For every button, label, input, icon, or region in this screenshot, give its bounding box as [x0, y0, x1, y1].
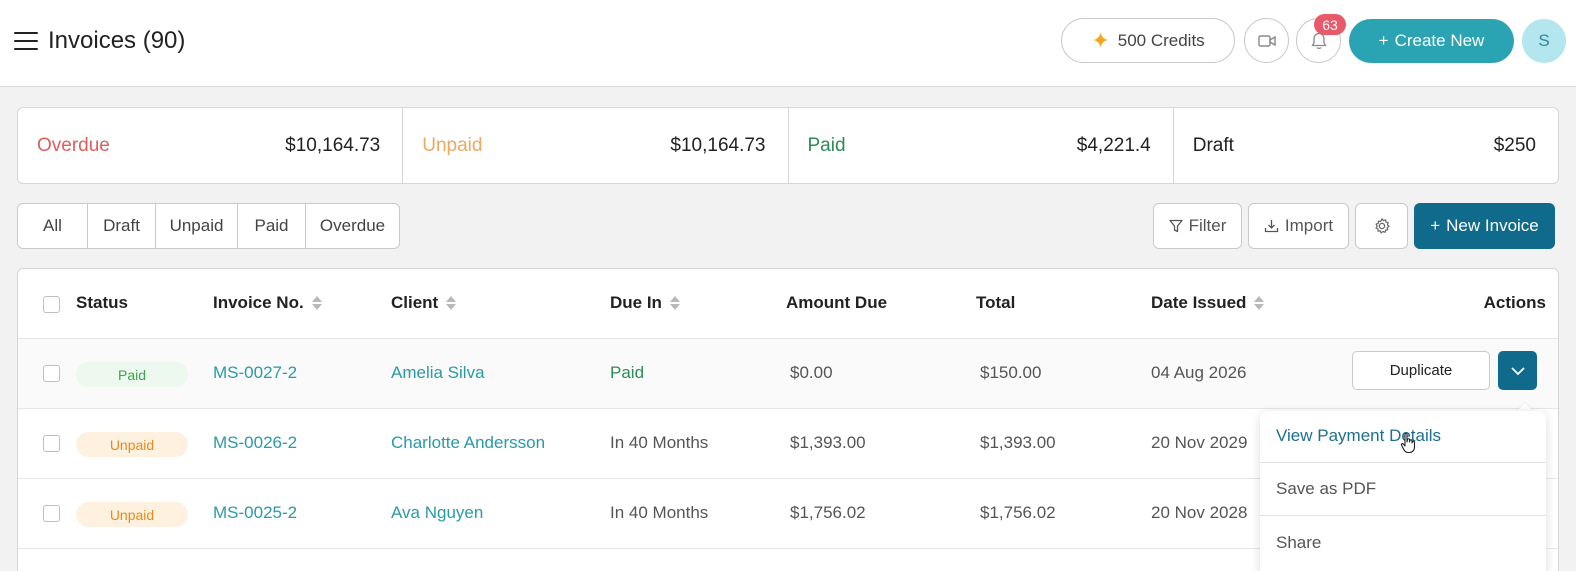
- page-title: Invoices (90): [48, 27, 186, 54]
- summary-overdue[interactable]: Overdue $10,164.73: [18, 108, 404, 183]
- amount-due: $1,393.00: [790, 433, 866, 452]
- sort-icon[interactable]: [1254, 296, 1265, 310]
- menu-divider: [1260, 515, 1546, 516]
- video-button[interactable]: [1244, 18, 1289, 63]
- tab-paid[interactable]: Paid: [238, 204, 306, 248]
- summary-label: Paid: [807, 134, 846, 156]
- menu-divider: [1260, 462, 1546, 463]
- date-issued: 20 Nov 2029: [1151, 433, 1248, 452]
- sort-icon[interactable]: [311, 296, 322, 310]
- create-new-label: Create New: [1394, 31, 1485, 50]
- summary-value: $10,164.73: [285, 134, 381, 156]
- summary-unpaid[interactable]: Unpaid $10,164.73: [403, 108, 789, 183]
- duplicate-button[interactable]: Duplicate: [1352, 351, 1490, 390]
- date-issued: 20 Nov 2028: [1151, 503, 1248, 522]
- summary-label: Draft: [1192, 134, 1234, 156]
- plus-icon: +: [1430, 216, 1441, 235]
- summary-label: Unpaid: [422, 134, 483, 156]
- menu-item-save-as-pdf[interactable]: Save as PDF: [1276, 479, 1376, 499]
- avatar[interactable]: S: [1522, 19, 1566, 63]
- client-link[interactable]: Amelia Silva: [391, 363, 485, 383]
- total: $1,756.02: [980, 503, 1056, 522]
- column-label: Amount Due: [786, 293, 888, 312]
- column-label: Invoice No.: [213, 293, 304, 312]
- summary-value: $4,221.4: [1076, 134, 1151, 156]
- column-actions: Actions: [1484, 293, 1546, 313]
- tab-all[interactable]: All: [18, 204, 88, 248]
- due-in: In 40 Months: [610, 503, 709, 522]
- column-date-issued[interactable]: Date Issued: [1151, 293, 1265, 313]
- column-label: Date Issued: [1151, 293, 1247, 312]
- column-label: Total: [976, 293, 1016, 312]
- new-invoice-button[interactable]: + New Invoice: [1414, 203, 1555, 249]
- import-label: Import: [1284, 216, 1334, 235]
- gear-icon: [1374, 218, 1390, 234]
- column-invoice-no[interactable]: Invoice No.: [213, 293, 322, 313]
- select-all-checkbox[interactable]: [43, 296, 60, 313]
- hamburger-menu-icon[interactable]: [14, 32, 38, 52]
- status-badge: Unpaid: [76, 432, 188, 457]
- video-camera-icon: [1257, 34, 1276, 47]
- tab-unpaid[interactable]: Unpaid: [156, 204, 238, 248]
- status-tabs: All Draft Unpaid Paid Overdue: [17, 203, 400, 249]
- due-in: In 40 Months: [610, 433, 709, 452]
- menu-item-share[interactable]: Share: [1276, 533, 1321, 553]
- hand-cursor-icon: [1400, 432, 1416, 454]
- total: $150.00: [980, 363, 1042, 382]
- summary-draft[interactable]: Draft $250: [1174, 108, 1558, 183]
- sparkle-icon: ✦: [1091, 27, 1110, 53]
- settings-button[interactable]: [1355, 203, 1408, 249]
- client-link[interactable]: Ava Nguyen: [391, 503, 483, 523]
- download-icon: [1264, 220, 1279, 233]
- column-label: Due In: [610, 293, 662, 312]
- chevron-down-icon: [1510, 366, 1525, 375]
- row-checkbox[interactable]: [43, 365, 60, 382]
- new-invoice-label: New Invoice: [1446, 216, 1539, 235]
- actions-dropdown-button[interactable]: [1498, 351, 1537, 390]
- row-checkbox[interactable]: [43, 435, 60, 452]
- invoice-number-link[interactable]: MS-0025-2: [213, 503, 297, 523]
- column-amount-due: Amount Due: [786, 293, 887, 313]
- column-total: Total: [976, 293, 1015, 313]
- tab-draft[interactable]: Draft: [88, 204, 156, 248]
- filter-icon: [1168, 219, 1183, 233]
- summary-paid[interactable]: Paid $4,221.4: [789, 108, 1174, 183]
- filter-button[interactable]: Filter: [1153, 203, 1242, 249]
- amount-due: $0.00: [790, 363, 833, 382]
- sort-icon[interactable]: [669, 296, 680, 310]
- top-bar: Invoices (90) ✦ 500 Credits 63 + Create …: [0, 0, 1576, 87]
- summary-label: Overdue: [37, 134, 110, 156]
- sort-icon[interactable]: [446, 296, 457, 310]
- summary-value: $250: [1493, 134, 1536, 156]
- status-badge: Paid: [76, 362, 188, 387]
- filter-label: Filter: [1188, 216, 1227, 235]
- amount-due: $1,756.02: [790, 503, 866, 522]
- summary-value: $10,164.73: [670, 134, 766, 156]
- status-badge: Unpaid: [76, 502, 188, 527]
- invoice-summary-bar: Overdue $10,164.73 Unpaid $10,164.73 Pai…: [17, 107, 1559, 184]
- column-label: Actions: [1483, 293, 1546, 312]
- date-issued: 04 Aug 2026: [1151, 363, 1247, 382]
- invoice-number-link[interactable]: MS-0026-2: [213, 433, 297, 453]
- due-in: Paid: [610, 363, 645, 382]
- import-button[interactable]: Import: [1248, 203, 1349, 249]
- plus-icon: +: [1378, 31, 1389, 50]
- column-label: Client: [391, 293, 439, 312]
- table-header: Status Invoice No. Client Due In Amount …: [18, 269, 1558, 339]
- total: $1,393.00: [980, 433, 1056, 452]
- row-checkbox[interactable]: [43, 505, 60, 522]
- notification-count-badge: 63: [1314, 14, 1346, 35]
- table-row[interactable]: Paid MS-0027-2 Amelia Silva Paid $0.00 $…: [18, 339, 1558, 409]
- column-label: Status: [76, 293, 128, 312]
- column-due-in[interactable]: Due In: [610, 293, 680, 313]
- credits-button[interactable]: ✦ 500 Credits: [1061, 18, 1235, 63]
- invoice-number-link[interactable]: MS-0027-2: [213, 363, 297, 383]
- column-status: Status: [76, 293, 128, 313]
- client-link[interactable]: Charlotte Andersson: [391, 433, 545, 453]
- column-client[interactable]: Client: [391, 293, 457, 313]
- create-new-button[interactable]: + Create New: [1349, 19, 1514, 63]
- menu-item-view-payment-details[interactable]: View Payment Details: [1276, 426, 1441, 446]
- credits-label: 500 Credits: [1117, 30, 1205, 50]
- tab-overdue[interactable]: Overdue: [306, 204, 399, 248]
